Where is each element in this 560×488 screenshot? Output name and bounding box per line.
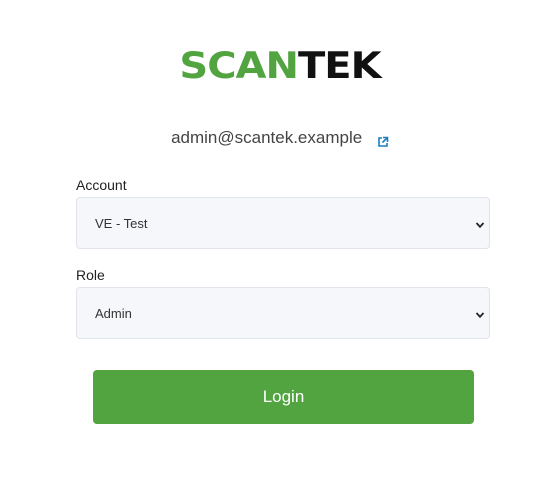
user-identity: admin@scantek.example bbox=[0, 127, 560, 149]
external-link-icon[interactable] bbox=[377, 132, 389, 147]
role-selected-value: Admin bbox=[95, 306, 132, 321]
logo-scan-text: SCAN bbox=[179, 44, 299, 88]
chevron-down-icon bbox=[475, 218, 485, 229]
login-button[interactable]: Login bbox=[93, 370, 474, 424]
role-label: Role bbox=[76, 267, 105, 283]
role-select[interactable]: Admin bbox=[76, 287, 490, 339]
account-select[interactable]: VE - Test bbox=[76, 197, 490, 249]
account-label: Account bbox=[76, 177, 127, 193]
user-email: admin@scantek.example bbox=[171, 128, 363, 147]
scantek-logo: SCANTEK bbox=[0, 46, 560, 86]
account-selected-value: VE - Test bbox=[95, 216, 148, 231]
chevron-down-icon bbox=[475, 308, 485, 319]
logo-tek-text: TEK bbox=[298, 44, 382, 88]
